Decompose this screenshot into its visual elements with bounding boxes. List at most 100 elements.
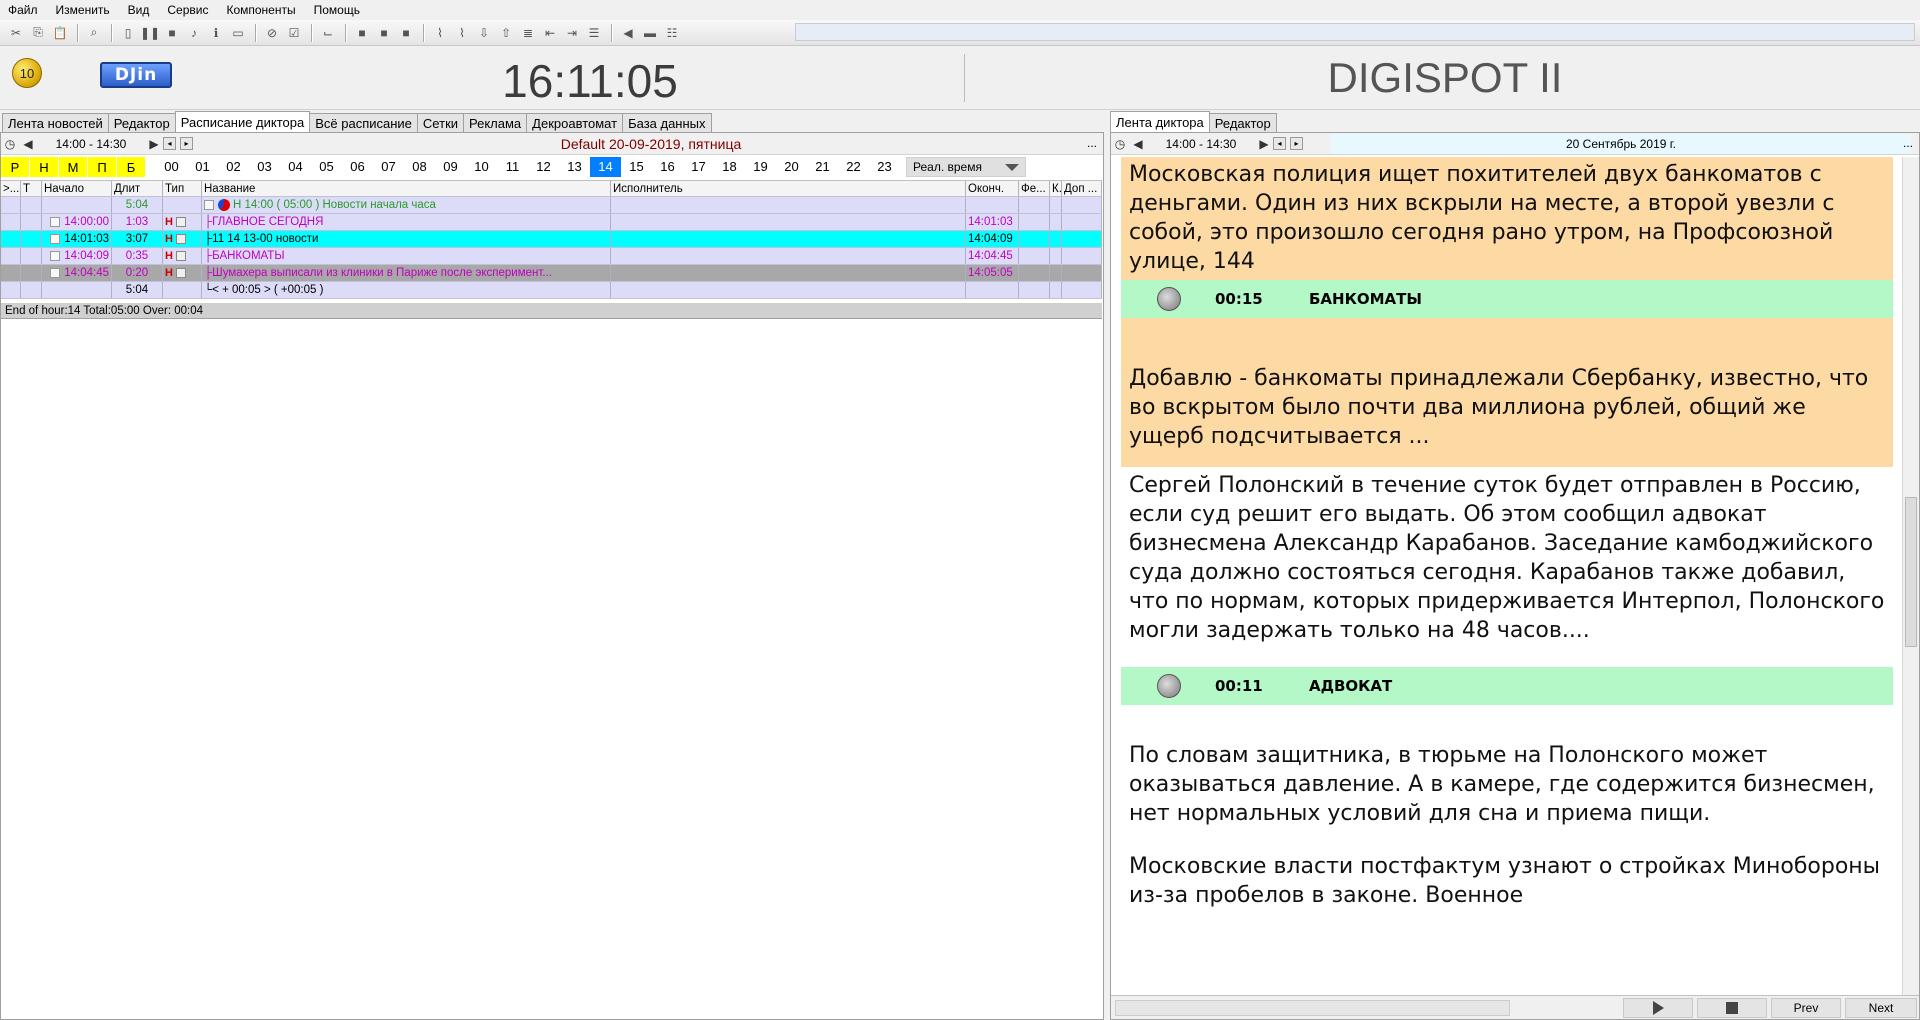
step-icon[interactable]: ⌙ (318, 23, 338, 43)
hour-14[interactable]: 14 (590, 157, 621, 177)
filter-p[interactable]: П (88, 157, 116, 177)
wave-in-icon[interactable]: ⌇ (452, 23, 472, 43)
filter-m[interactable]: М (59, 157, 87, 177)
first-icon[interactable]: ◂ (1273, 137, 1286, 150)
filter-r[interactable]: Р (1, 157, 29, 177)
menu-edit[interactable]: Изменить (56, 3, 110, 17)
col-end[interactable]: Оконч. (966, 181, 1019, 196)
hour-15[interactable]: 15 (621, 157, 652, 177)
menu-view[interactable]: Вид (128, 3, 150, 17)
table-row[interactable]: 5:04 Н 14:00 ( 05:00 ) Новости начала ча… (1, 197, 1102, 214)
col-k[interactable]: К... (1050, 181, 1062, 196)
row-checkbox[interactable] (50, 233, 61, 244)
last-icon[interactable]: ▸ (180, 137, 193, 150)
block-icon[interactable]: ⊘ (262, 23, 282, 43)
next-range-icon[interactable]: ▶ (145, 135, 163, 153)
hour-18[interactable]: 18 (714, 157, 745, 177)
col-title[interactable]: Название (202, 181, 611, 196)
tab-database[interactable]: База данных (622, 113, 712, 132)
wave-icon[interactable]: ⌇ (430, 23, 450, 43)
col-t[interactable]: Т (21, 181, 42, 196)
align-right-icon[interactable]: ⇥ (562, 23, 582, 43)
col-expand[interactable]: >... (1, 181, 21, 196)
more-button[interactable]: ... (1087, 136, 1097, 150)
find-icon[interactable]: ⌕ (84, 23, 104, 43)
table-row[interactable]: 14:00:00 1:03 Н ├ГЛАВНОЕ СЕГОДНЯ 14:01:0… (1, 214, 1102, 231)
prev-range-icon[interactable]: ◀ (19, 135, 37, 153)
row-checkbox[interactable] (50, 216, 61, 227)
bars-icon[interactable]: ≣ (518, 23, 538, 43)
hour-09[interactable]: 09 (435, 157, 466, 177)
block-b-icon[interactable]: ■ (374, 23, 394, 43)
first-icon[interactable]: ◂ (163, 137, 176, 150)
hour-03[interactable]: 03 (249, 157, 280, 177)
last-icon[interactable]: ▸ (1290, 137, 1303, 150)
row-checkbox[interactable] (50, 267, 61, 278)
collapse-icon[interactable] (204, 199, 214, 210)
horizontal-scrollbar[interactable] (1115, 1000, 1510, 1016)
prev-button[interactable]: Prev (1771, 998, 1841, 1018)
audio-clip-row[interactable]: 00:11 АДВОКАТ (1121, 667, 1893, 705)
announcer-more-button[interactable]: ... (1903, 136, 1913, 150)
download-icon[interactable]: ⇩ (474, 23, 494, 43)
block-c-icon[interactable]: ■ (396, 23, 416, 43)
col-artist[interactable]: Исполнитель (611, 181, 966, 196)
list-icon[interactable]: ☰ (584, 23, 604, 43)
pause-icon[interactable]: ❚❚ (140, 23, 160, 43)
hour-16[interactable]: 16 (652, 157, 683, 177)
hour-08[interactable]: 08 (404, 157, 435, 177)
time-mode-select[interactable]: Реал. время (906, 157, 1026, 177)
check-icon[interactable]: ☑ (284, 23, 304, 43)
prev-range-icon[interactable]: ◀ (1129, 135, 1147, 153)
comment-icon[interactable]: ▭ (228, 23, 248, 43)
tab-right-editor[interactable]: Редактор (1208, 113, 1277, 132)
hour-22[interactable]: 22 (838, 157, 869, 177)
menu-help[interactable]: Помощь (314, 3, 360, 17)
tab-full-schedule[interactable]: Всё расписание (309, 113, 418, 132)
speaker-icon[interactable] (1157, 674, 1181, 698)
filter-b[interactable]: Б (117, 157, 145, 177)
tab-decroautomat[interactable]: Декроавтомат (526, 113, 624, 132)
table-row[interactable]: 5:04 └< + 00:05 > ( +00:05 ) (1, 282, 1102, 299)
align-left-icon[interactable]: ⇤ (540, 23, 560, 43)
audio-clip-row[interactable]: 00:15 БАНКОМАТЫ (1121, 280, 1893, 318)
hour-04[interactable]: 04 (280, 157, 311, 177)
volume-icon[interactable]: ◀ (618, 23, 638, 43)
hour-20[interactable]: 20 (776, 157, 807, 177)
hour-00[interactable]: 00 (156, 157, 187, 177)
tab-announcer-feed[interactable]: Лента диктора (1110, 111, 1210, 132)
col-duration[interactable]: Длит (112, 181, 163, 196)
next-range-icon[interactable]: ▶ (1255, 135, 1273, 153)
play-button[interactable] (1623, 998, 1693, 1018)
filter-n[interactable]: Н (30, 157, 58, 177)
table-row[interactable]: 14:04:09 0:35 Н ├БАНКОМАТЫ 14:04:45 (1, 248, 1102, 265)
row-checkbox[interactable] (50, 250, 61, 261)
counter-badge[interactable]: 10 (12, 58, 42, 88)
hour-23[interactable]: 23 (869, 157, 900, 177)
tab-announcer-schedule[interactable]: Расписание диктора (174, 111, 311, 132)
djin-logo[interactable]: DJin (100, 62, 172, 88)
clock-icon[interactable]: ◷ (1, 135, 19, 153)
col-extra[interactable]: Доп ... (1062, 181, 1102, 196)
menu-service[interactable]: Сервис (167, 3, 208, 17)
tab-editor[interactable]: Редактор (107, 113, 176, 132)
block-a-icon[interactable]: ■ (352, 23, 372, 43)
hour-10[interactable]: 10 (466, 157, 497, 177)
table-row[interactable]: 14:04:45 0:20 Н ├Шумахера выписали из кл… (1, 265, 1102, 282)
stop-button[interactable] (1697, 998, 1767, 1018)
col-type[interactable]: Тип (163, 181, 202, 196)
paste-icon[interactable]: 📋 (50, 23, 70, 43)
hour-13[interactable]: 13 (559, 157, 590, 177)
cut-icon[interactable]: ✂ (6, 23, 26, 43)
chevron-down-icon[interactable] (1005, 164, 1019, 171)
document-icon[interactable]: ▯ (118, 23, 138, 43)
hour-17[interactable]: 17 (683, 157, 714, 177)
hour-21[interactable]: 21 (807, 157, 838, 177)
hour-11[interactable]: 11 (497, 157, 528, 177)
tab-news-feed[interactable]: Лента новостей (2, 113, 109, 132)
menu-list-icon[interactable]: ☷ (662, 23, 682, 43)
vertical-scrollbar[interactable] (1902, 157, 1919, 997)
scrollbar-thumb[interactable] (1905, 497, 1917, 647)
hour-01[interactable]: 01 (187, 157, 218, 177)
hour-19[interactable]: 19 (745, 157, 776, 177)
